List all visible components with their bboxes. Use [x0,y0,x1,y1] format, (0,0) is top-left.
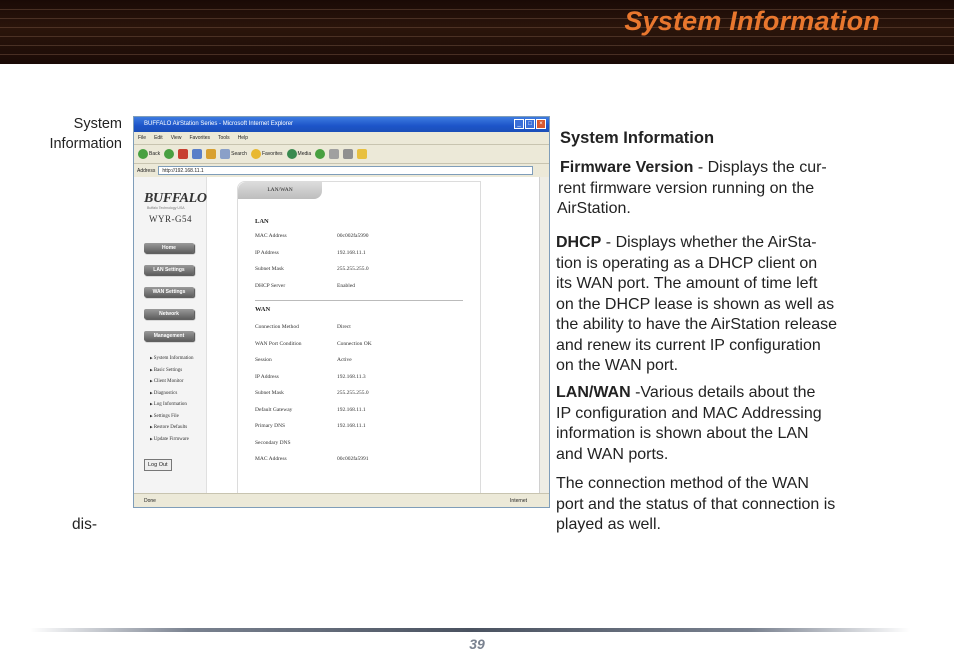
history-button[interactable] [315,149,326,159]
browser-toolbar: Back Search Favorites Media [134,145,549,164]
zone-indicator: Internet [510,498,527,504]
window-title: BUFFALO AirStation Series - Microsoft In… [144,121,294,127]
forward-arrow-icon [164,149,175,159]
minimize-icon[interactable]: _ [514,119,524,129]
nav-network-button[interactable]: Network [144,309,194,319]
nav-home-button[interactable]: Home [144,243,194,253]
firmware-paragraph: Firmware Version - Displays the cur- ren… [557,159,827,217]
logout-button[interactable]: Log Out [144,459,172,471]
page-number: 39 [469,636,485,652]
home-icon [206,149,217,159]
section-divider [255,300,463,301]
menu-edit[interactable]: Edit [154,132,163,144]
status-text: Done [144,498,156,504]
wan-heading: WAN [255,306,271,313]
nav-management-button[interactable]: Management [144,331,194,341]
address-bar: Address http://192.168.11.1 [134,164,549,178]
menu-view[interactable]: View [171,132,182,144]
submenu-item[interactable]: Update Firmware [150,434,194,446]
browser-screenshot: BUFFALO AirStation Series - Microsoft In… [133,116,550,508]
home-button[interactable] [206,149,217,159]
lanwan-term: LAN/WAN [556,384,631,401]
management-submenu: System Information Basic Settings Client… [150,353,194,445]
mail-icon [329,149,340,159]
folder-icon [357,149,368,159]
menu-favorites[interactable]: Favorites [189,132,210,144]
stop-icon [178,149,189,159]
forward-button[interactable] [164,149,175,159]
dhcp-term: DHCP [556,234,602,251]
lan-heading: LAN [255,218,269,225]
submenu-item[interactable]: System Information [150,353,194,365]
router-sidebar: BUFFALO Buffalo Technology USA WYR-G54 H… [134,177,207,493]
firmware-term: Firmware Version [560,159,694,176]
search-button[interactable]: Search [220,149,247,159]
menu-bar: File Edit View Favorites Tools Help [134,132,549,145]
maximize-icon[interactable]: □ [525,119,535,129]
submenu-item[interactable]: Basic Settings [150,365,194,377]
close-icon[interactable]: × [536,119,546,129]
print-button[interactable] [343,149,354,159]
refresh-button[interactable] [192,149,203,159]
figure-caption: System Information [12,114,122,154]
submenu-item[interactable]: Log Information [150,399,194,411]
submenu-item[interactable]: Diagnostics [150,388,194,400]
back-button[interactable]: Back [138,149,160,159]
menu-tools[interactable]: Tools [218,132,230,144]
address-input[interactable]: http://192.168.11.1 [158,166,534,175]
caption-continuation: dis- [72,516,97,533]
menu-file[interactable]: File [138,132,146,144]
footer-rule [30,628,910,632]
refresh-icon [192,149,203,159]
submenu-item[interactable]: Restore Defaults [150,422,194,434]
stop-button[interactable] [178,149,189,159]
vertical-scrollbar[interactable] [539,177,549,493]
back-arrow-icon [138,149,148,159]
print-icon [343,149,354,159]
search-icon [220,149,231,159]
favorites-button[interactable]: Favorites [250,149,283,159]
section-heading: System Information [560,129,715,147]
tab-lan-wan[interactable]: LAN/WAN [238,182,322,199]
nav-wan-settings-button[interactable]: WAN Settings [144,287,194,297]
window-titlebar: BUFFALO AirStation Series - Microsoft In… [134,117,549,132]
brand-logo: BUFFALO [144,191,207,206]
brand-subtitle: Buffalo Technology USA [147,206,185,210]
address-label: Address [137,167,156,174]
dhcp-paragraph: DHCP - Displays whether the AirSta- tion… [556,234,838,374]
connection-paragraph: The connection method of the WAN port an… [556,475,836,533]
media-icon [286,149,297,159]
folder-button[interactable] [357,149,368,159]
lanwan-paragraph: LAN/WAN -Various details about the IP co… [556,384,822,463]
page-viewport: BUFFALO Buffalo Technology USA WYR-G54 H… [134,177,540,495]
submenu-item[interactable]: Settings File [150,411,194,423]
mail-button[interactable] [329,149,340,159]
star-icon [250,149,261,159]
caption-line: System [73,116,122,132]
model-name: WYR-G54 [149,214,192,224]
caption-line: Information [49,136,122,152]
history-icon [315,149,326,159]
page-title: System Information [624,6,880,36]
media-button[interactable]: Media [286,149,311,159]
status-bar: Done Internet [134,493,549,507]
submenu-item[interactable]: Client Monitor [150,376,194,388]
menu-help[interactable]: Help [238,132,248,144]
nav-lan-settings-button[interactable]: LAN Settings [144,265,194,275]
router-main-panel: LAN/WAN LAN MAC Address 00c002fa5990 IP A… [237,181,481,495]
